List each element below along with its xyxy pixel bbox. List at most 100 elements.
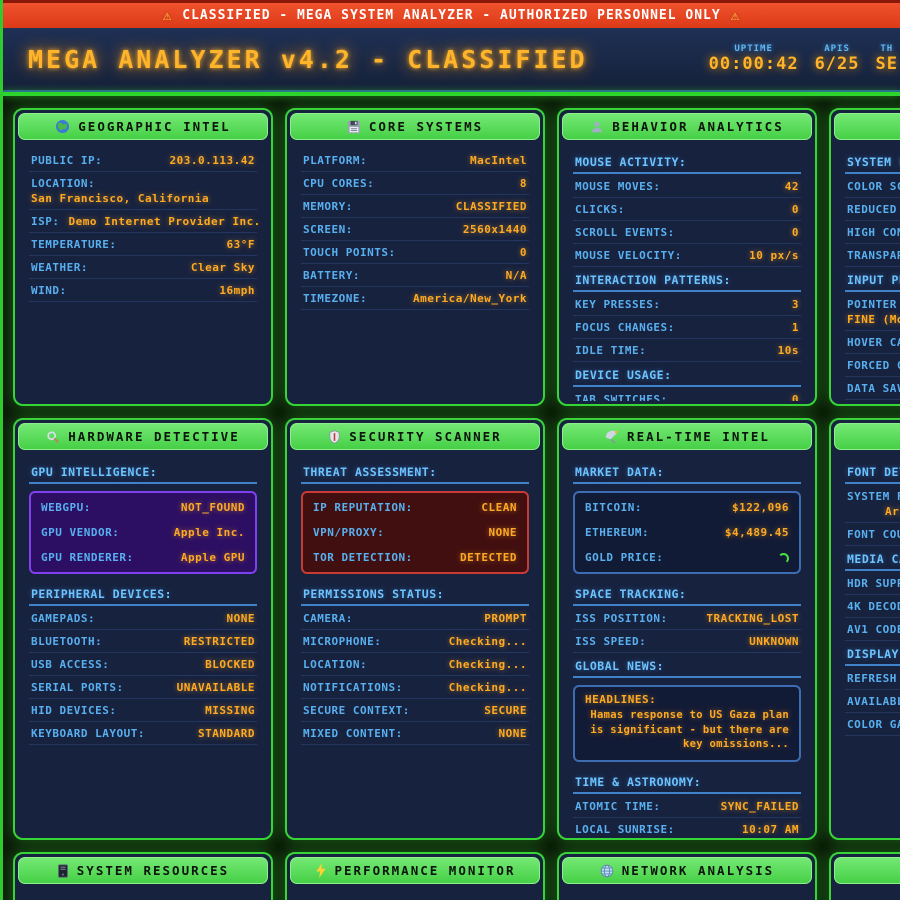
- field-value: 10:07 AM: [742, 823, 799, 835]
- panel-header: REAL-TIME INTEL: [562, 423, 812, 450]
- field-value: $4,489.45: [725, 526, 789, 539]
- field-label: FONT COUN: [847, 528, 900, 541]
- field-label: TRANSPARE: [847, 249, 900, 262]
- field-label: 4K DECODE: [847, 600, 900, 613]
- section-header: DEVICE USAGE:: [573, 362, 801, 387]
- data-row: GPU VENDOR:Apple Inc.: [39, 520, 247, 545]
- field-label: KEYBOARD LAYOUT:: [31, 727, 145, 740]
- field-label: AV1 CODEC: [847, 623, 900, 636]
- panel-title: SECURITY SCANNER: [349, 429, 501, 444]
- field-label: CLICKS:: [575, 203, 625, 216]
- panel-header: HARDWARE DETECTIVE: [18, 423, 268, 450]
- panel-title: CORE SYSTEMS: [369, 119, 483, 134]
- panel-header: E: [834, 857, 900, 884]
- group-box: IP REPUTATION:CLEANVPN/PROXY:NONETOR DET…: [301, 491, 529, 574]
- banner-text: CLASSIFIED - MEGA SYSTEM ANALYZER - AUTH…: [182, 8, 720, 23]
- section-header: INTERACTION PATTERNS:: [573, 267, 801, 292]
- field-value: CLASSIFIED: [456, 200, 527, 213]
- panel-title: HARDWARE DETECTIVE: [68, 429, 239, 444]
- field-label: LOCAL SUNRISE:: [575, 823, 675, 835]
- data-row: IP REPUTATION:CLEAN: [311, 495, 519, 520]
- field-label: COLOR GAM: [847, 718, 900, 731]
- data-row: SERIAL PORTS:UNAVAILABLE: [29, 676, 257, 699]
- data-row: ATOMIC TIME:SYNC_FAILED: [573, 795, 801, 818]
- field-label: PUBLIC IP:: [31, 154, 102, 167]
- magnifier-icon: [46, 430, 60, 444]
- field-value: 42: [785, 180, 799, 193]
- data-row: TAB SWITCHES:0: [573, 388, 801, 401]
- section-header: SPACE TRACKING:: [573, 581, 801, 606]
- panel-header: SYSTEM RESOURCES: [18, 857, 268, 884]
- panel-display-media: DI FONT DETSYSTEM FOAriaFONT COUNMEDIA C…: [829, 418, 900, 840]
- field-value: San Francisco, California: [31, 192, 255, 205]
- data-row: ISP:Demo Internet Provider Inc.: [29, 210, 257, 233]
- data-row: TIMEZONE: America/New_York: [301, 287, 529, 310]
- field-value: NONE: [499, 727, 528, 740]
- data-row: COLOR SCH: [845, 175, 900, 198]
- section-header: GLOBAL NEWS:: [573, 653, 801, 678]
- field-value: N/A: [506, 269, 527, 282]
- field-label: ETHEREUM:: [585, 526, 649, 539]
- data-row: CLICKS:0: [573, 198, 801, 221]
- data-row: ISS POSITION:TRACKING_LOST: [573, 607, 801, 630]
- data-row: DATA SAVE: [845, 377, 900, 400]
- panel-realtime-intel: REAL-TIME INTEL MARKET DATA:BITCOIN:$122…: [557, 418, 817, 840]
- field-label: TOR DETECTION:: [313, 551, 413, 564]
- data-row: HDR SUPPO: [845, 572, 900, 595]
- news-headline-text: key omissions...: [585, 737, 789, 752]
- group-box: WEBGPU:NOT_FOUNDGPU VENDOR:Apple Inc.GPU…: [29, 491, 257, 574]
- field-label: MEMORY:: [303, 200, 353, 213]
- field-value: 203.0.113.42: [170, 154, 255, 167]
- field-value: UNKNOWN: [749, 635, 799, 648]
- field-value: Checking...: [449, 635, 527, 648]
- data-row: LOCATION:San Francisco, California: [29, 172, 257, 210]
- stat-apis: APIS 6/25: [815, 44, 860, 74]
- news-headlines-label: HEADLINES:: [585, 693, 789, 706]
- stat-uptime: UPTIME 00:00:42: [709, 44, 799, 74]
- stat-value: 00:00:42: [709, 54, 799, 74]
- panel-body: GPU INTELLIGENCE:WEBGPU:NOT_FOUNDGPU VEN…: [18, 450, 268, 835]
- field-value: Apple GPU: [181, 551, 245, 564]
- field-label: VPN/PROXY:: [313, 526, 384, 539]
- panel-header: DI: [834, 423, 900, 450]
- field-value: UNAVAILABLE: [177, 681, 255, 694]
- field-label: GPU RENDERER:: [41, 551, 134, 564]
- panel-system-resources: SYSTEM RESOURCES: [13, 852, 273, 900]
- data-row: SECURE CONTEXT:SECURE: [301, 699, 529, 722]
- field-label: REFRESH R: [847, 672, 900, 685]
- panel-title: REAL-TIME INTEL: [627, 429, 770, 444]
- panel-body: [834, 884, 900, 900]
- warning-icon: ⚠: [731, 8, 740, 24]
- field-value: 1: [792, 321, 799, 334]
- stat-label: UPTIME: [709, 44, 799, 54]
- data-row: MIXED CONTENT:NONE: [301, 722, 529, 745]
- field-value: STANDARD: [198, 727, 255, 740]
- data-row: HIGH CONT: [845, 221, 900, 244]
- data-row: USB ACCESS:BLOCKED: [29, 653, 257, 676]
- field-label: BITCOIN:: [585, 501, 642, 514]
- field-label: KEY PRESSES:: [575, 298, 660, 311]
- section-header: MOUSE ACTIVITY:: [573, 149, 801, 174]
- panel-header: GEOGRAPHIC INTEL: [18, 113, 268, 140]
- field-label: TEMPERATURE:: [31, 238, 116, 251]
- field-value: 0: [792, 393, 799, 401]
- field-value: RESTRICTED: [184, 635, 255, 648]
- panel-security-scanner: SECURITY SCANNER THREAT ASSESSMENT:IP RE…: [285, 418, 545, 840]
- globe-grid-icon: [600, 864, 614, 878]
- loading-spinner-icon: [778, 553, 789, 564]
- field-value: America/New_York: [413, 292, 527, 305]
- panel-body: [290, 884, 540, 900]
- data-row: SCROLL EVENTS:0: [573, 221, 801, 244]
- field-label: TIMEZONE:: [303, 292, 367, 305]
- panel-behavior-analytics: BEHAVIOR ANALYTICS MOUSE ACTIVITY:MOUSE …: [557, 108, 817, 406]
- field-label: MOUSE MOVES:: [575, 180, 660, 193]
- data-row: WEATHER:Clear Sky: [29, 256, 257, 279]
- field-value: DETECTED: [460, 551, 517, 564]
- field-value: 16mph: [219, 284, 255, 297]
- user-icon: [590, 120, 604, 134]
- section-header: FONT DET: [845, 459, 900, 484]
- data-row: MICROPHONE:Checking...: [301, 630, 529, 653]
- field-label: HID DEVICES:: [31, 704, 116, 717]
- panel-geographic-intel: GEOGRAPHIC INTEL PUBLIC IP: 203.0.113.42 L…: [13, 108, 273, 406]
- floppy-disk-icon: [347, 120, 361, 134]
